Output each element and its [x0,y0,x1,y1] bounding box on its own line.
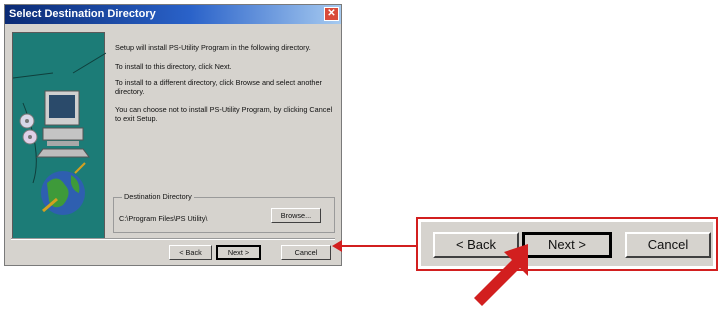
browse-instruction-text: To install to a different directory, cli… [115,78,322,96]
callout-arrow-icon [332,240,418,252]
destination-directory-group: Destination Directory C:\Program Files\P… [113,192,335,233]
browse-button[interactable]: Browse... [271,208,321,223]
cancel-button[interactable]: Cancel [281,245,331,260]
cancel-instruction-text: You can choose not to install PS-Utility… [115,105,333,123]
destination-path: C:\Program Files\PS Utility\ [119,214,208,223]
setup-dialog: Select Destination Directory ✕ Setup wil… [4,4,342,266]
next-button[interactable]: Next > [216,245,261,260]
pointer-arrow-icon [474,244,528,306]
zoomed-panel: < Back Next > Cancel [421,222,713,266]
close-icon[interactable]: ✕ [324,7,339,21]
button-separator [11,238,335,240]
next-instruction-text: To install to this directory, click Next… [115,62,232,71]
dialog-title: Select Destination Directory [9,8,156,20]
group-label: Destination Directory [122,192,194,201]
back-button[interactable]: < Back [169,245,212,260]
title-bar: Select Destination Directory ✕ [5,5,341,24]
zoomed-buttons-callout: < Back Next > Cancel [416,217,718,271]
zoomed-cancel-button[interactable]: Cancel [625,232,711,258]
intro-text: Setup will install PS-Utility Program in… [115,43,311,52]
computer-globe-illustration [13,52,106,215]
setup-illustration [12,32,106,240]
